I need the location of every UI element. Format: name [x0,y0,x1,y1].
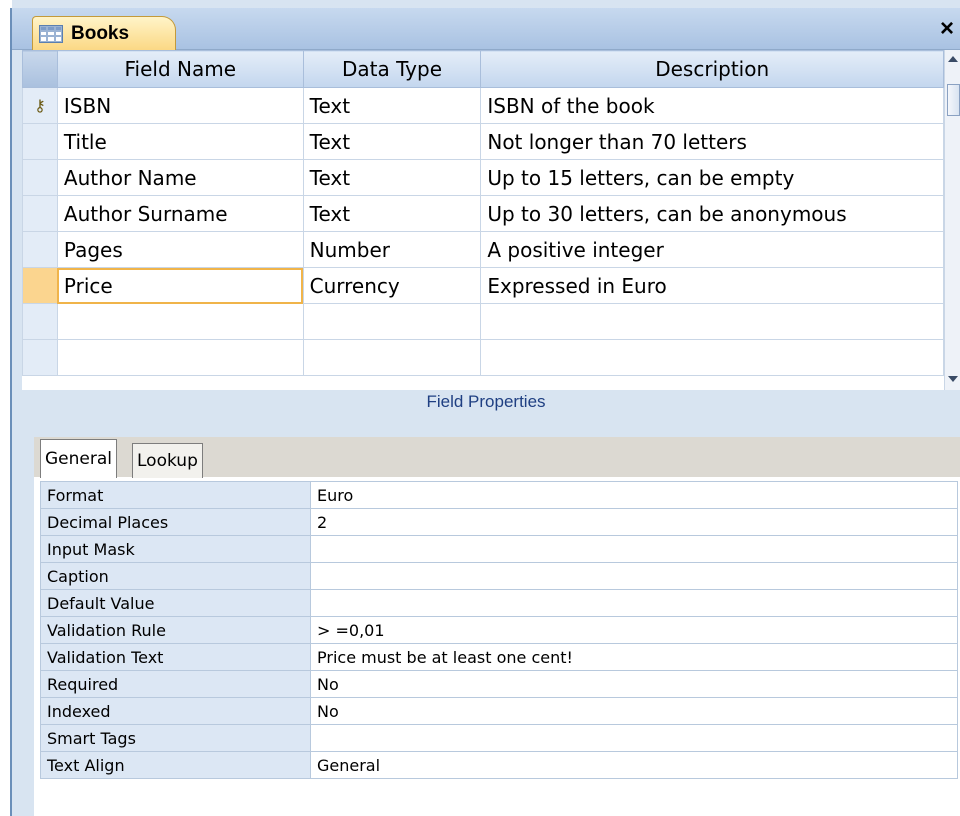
description-cell[interactable]: Up to 15 letters, can be empty [480,159,944,196]
table-icon [39,24,63,43]
scroll-down-icon[interactable] [948,376,958,382]
property-value-input[interactable]: 2 [310,508,958,536]
data-type-cell[interactable]: Text [302,195,482,232]
row-selector[interactable] [22,339,58,376]
field-design-grid: Field Name Data Type Description ⚷ ISBN Te… [22,50,944,390]
description-cell[interactable] [480,339,944,376]
property-name: Caption [40,562,311,590]
data-type-cell[interactable]: Text [302,87,482,124]
field-properties-title: Field Properties [426,392,546,411]
header-description[interactable]: Description [480,50,944,88]
row-selector[interactable] [22,159,58,196]
field-row[interactable] [22,339,944,376]
property-name: Required [40,670,311,698]
property-value-input[interactable] [310,562,958,590]
property-value-input[interactable]: No [310,697,958,725]
close-icon[interactable]: × [940,17,954,41]
row-selector[interactable] [22,267,58,304]
row-selector[interactable] [22,303,58,340]
field-name-cell[interactable]: Title [56,123,304,160]
property-row[interactable]: Validation Rule > =0,01 [40,616,958,644]
field-name-cell[interactable] [56,339,304,376]
field-row[interactable]: Author Surname Text Up to 30 letters, can … [22,195,944,232]
property-name: Decimal Places [40,508,311,536]
properties-table: Format Euro Decimal Places 2 Input Mask Capti… [40,481,958,779]
select-all-corner[interactable] [22,50,58,88]
header-field-name[interactable]: Field Name [56,50,304,88]
tab-books[interactable]: Books [32,16,176,50]
property-value-input[interactable] [310,589,958,617]
property-name: Input Mask [40,535,311,563]
property-row[interactable]: Text Align General [40,751,958,779]
field-name-cell[interactable]: Author Surname [56,195,304,232]
description-cell[interactable]: A positive integer [480,231,944,268]
property-row[interactable]: Required No [40,670,958,698]
field-name-cell[interactable]: ISBN [56,87,304,124]
row-selector[interactable] [22,123,58,160]
property-row[interactable]: Input Mask [40,535,958,563]
property-row[interactable]: Caption [40,562,958,590]
data-type-cell[interactable] [302,339,482,376]
description-cell[interactable]: Not longer than 70 letters [480,123,944,160]
description-cell[interactable]: ISBN of the book [480,87,944,124]
property-row[interactable]: Default Value [40,589,958,617]
field-row[interactable]: ⚷ ISBN Text ISBN of the book [22,87,944,124]
field-row[interactable]: Pages Number A positive integer [22,231,944,268]
property-name: Smart Tags [40,724,311,752]
property-row[interactable]: Indexed No [40,697,958,725]
property-name: Format [40,481,311,509]
property-value-input[interactable]: > =0,01 [310,616,958,644]
tab-title: Books [71,22,130,44]
data-type-cell[interactable] [302,303,482,340]
property-value-input[interactable]: General [310,751,958,779]
field-row[interactable]: Title Text Not longer than 70 letters [22,123,944,160]
property-value-input[interactable] [310,724,958,752]
vertical-scrollbar[interactable] [944,50,960,390]
field-row[interactable]: Author Name Text Up to 15 letters, can be … [22,159,944,196]
row-selector[interactable] [22,195,58,232]
description-cell[interactable] [480,303,944,340]
property-name: Validation Text [40,643,311,671]
property-value-input[interactable] [310,535,958,563]
row-selector[interactable] [22,231,58,268]
data-type-cell[interactable]: Text [302,123,482,160]
description-cell[interactable]: Expressed in Euro [480,267,944,304]
field-name-cell[interactable]: Pages [56,231,304,268]
properties-tab-strip: General Lookup [34,437,960,478]
field-row[interactable]: Price Currency Expressed in Euro [22,267,944,304]
property-name: Indexed [40,697,311,725]
data-type-cell[interactable]: Number [302,231,482,268]
field-properties-panel: General Lookup Format Euro Decimal Places 2… [34,437,960,816]
document-tab-strip: Books × [12,8,960,50]
property-row[interactable]: Validation Text Price must be at least on… [40,643,958,671]
property-name: Default Value [40,589,311,617]
property-row[interactable]: Smart Tags [40,724,958,752]
field-row[interactable] [22,303,944,340]
property-name: Validation Rule [40,616,311,644]
tab-lookup[interactable]: Lookup [132,443,203,478]
field-name-cell[interactable]: Author Name [56,159,304,196]
property-value-input[interactable]: Price must be at least one cent! [310,643,958,671]
property-value-input[interactable]: No [310,670,958,698]
property-name: Text Align [40,751,311,779]
design-view-window: Books × Field Name Data Type Description… [0,0,960,816]
property-row[interactable]: Decimal Places 2 [40,508,958,536]
scroll-up-icon[interactable] [948,56,958,62]
field-name-cell[interactable]: Price [56,267,304,304]
primary-key-icon: ⚷ [34,96,46,115]
data-type-cell[interactable]: Currency [302,267,482,304]
description-cell[interactable]: Up to 30 letters, can be anonymous [480,195,944,232]
header-data-type[interactable]: Data Type [302,50,482,88]
row-selector[interactable]: ⚷ [22,87,58,124]
field-name-cell[interactable] [56,303,304,340]
property-row[interactable]: Format Euro [40,481,958,509]
data-type-cell[interactable]: Text [302,159,482,196]
property-value-input[interactable]: Euro [310,481,958,509]
field-table: Field Name Data Type Description ⚷ ISBN Te… [22,50,944,376]
tab-general[interactable]: General [40,439,117,478]
scroll-thumb[interactable] [947,84,960,116]
